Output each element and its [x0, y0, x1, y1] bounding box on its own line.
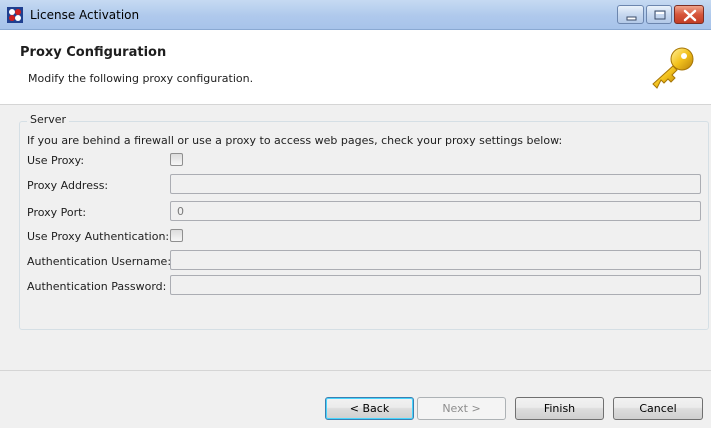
back-button[interactable]: < Back: [325, 397, 414, 420]
proxy-address-label: Proxy Address:: [27, 179, 109, 192]
use-proxy-auth-label: Use Proxy Authentication:: [27, 230, 170, 243]
title-bar[interactable]: License Activation: [0, 0, 711, 30]
page-description: Modify the following proxy configuration…: [28, 72, 254, 85]
server-groupbox: [19, 121, 709, 330]
window-title: License Activation: [30, 8, 140, 22]
minimize-button[interactable]: [617, 5, 644, 24]
page-title: Proxy Configuration: [20, 45, 167, 60]
auth-username-input[interactable]: [170, 250, 701, 270]
close-button[interactable]: [674, 5, 704, 24]
use-proxy-auth-checkbox[interactable]: [170, 229, 183, 242]
proxy-address-input[interactable]: [170, 174, 701, 194]
auth-username-label: Authentication Username:: [27, 255, 172, 268]
maximize-icon: [654, 10, 666, 20]
maximize-button[interactable]: [646, 5, 672, 24]
auth-password-input[interactable]: [170, 275, 701, 295]
finish-button[interactable]: Finish: [515, 397, 604, 420]
auth-password-label: Authentication Password:: [27, 280, 167, 293]
close-icon: [683, 9, 697, 22]
next-button[interactable]: Next >: [417, 397, 506, 420]
content-area: Server If you are behind a firewall or u…: [0, 104, 711, 428]
app-logo-icon: [7, 7, 23, 23]
use-proxy-checkbox[interactable]: [170, 153, 183, 166]
cancel-button[interactable]: Cancel: [613, 397, 703, 420]
button-bar-separator: [0, 370, 711, 371]
server-group-label: Server: [27, 113, 70, 126]
minimize-icon: [626, 16, 637, 21]
wizard-header: Proxy Configuration Modify the following…: [0, 31, 711, 103]
use-proxy-label: Use Proxy:: [27, 154, 85, 167]
proxy-port-input[interactable]: 0: [170, 201, 701, 221]
key-icon: [652, 47, 694, 89]
proxy-port-label: Proxy Port:: [27, 206, 87, 219]
help-text: If you are behind a firewall or use a pr…: [27, 134, 563, 147]
